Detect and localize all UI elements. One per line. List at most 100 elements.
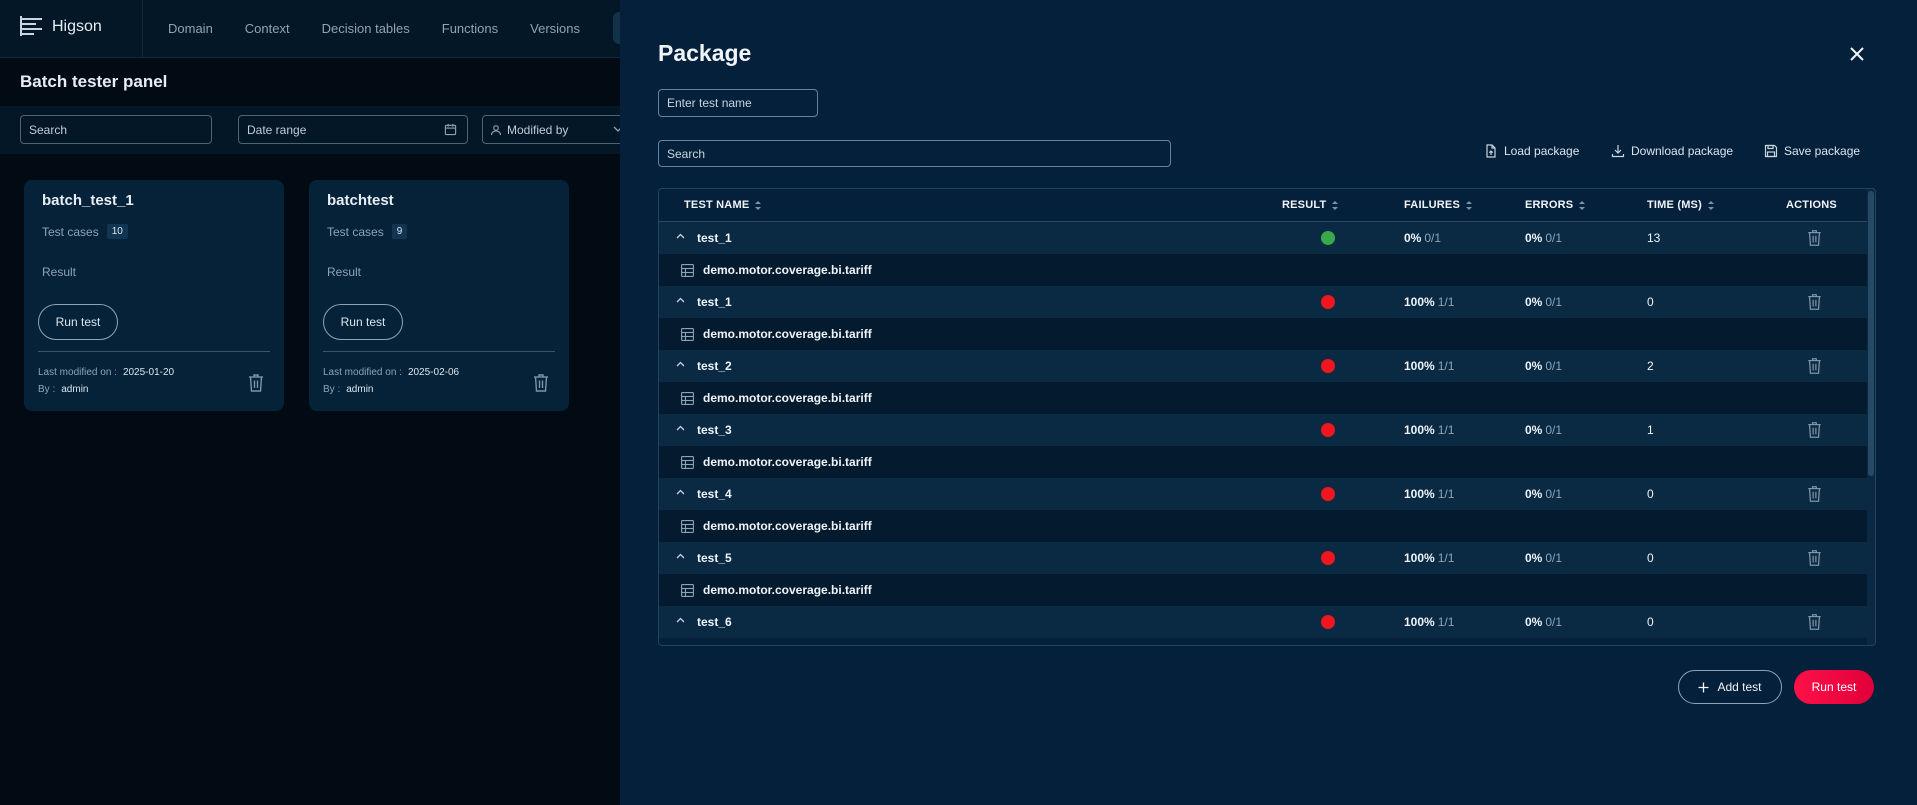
header-failures[interactable]: FAILURES <box>1404 199 1472 211</box>
batch-card[interactable]: batchtest Test cases 9 Result Run test L… <box>309 180 569 411</box>
errors-cell: 0% 0/1 <box>1525 295 1562 309</box>
time-cell: 0 <box>1647 615 1654 629</box>
test-name-input[interactable] <box>658 89 818 117</box>
add-test-button[interactable]: Add test <box>1678 670 1782 704</box>
download-package-button[interactable]: Download package <box>1611 144 1733 158</box>
card-author: By : admin <box>323 384 373 395</box>
user-icon <box>490 125 502 136</box>
app-logo[interactable]: Higson <box>20 16 102 38</box>
chevron-up-icon[interactable] <box>676 617 685 623</box>
failures-percent: 100% <box>1404 359 1435 373</box>
status-fail-indicator <box>1321 295 1335 309</box>
table-icon <box>681 264 694 277</box>
decision-table-row[interactable]: demo.motor.coverage.bi.tariff <box>659 446 1867 478</box>
trash-icon[interactable] <box>1807 485 1822 503</box>
nav-functions[interactable]: Functions <box>442 21 498 36</box>
chevron-up-icon[interactable] <box>676 233 685 239</box>
test-cases-label: Test cases <box>42 224 99 239</box>
errors-fraction: 0/1 <box>1545 487 1563 501</box>
table-row[interactable]: test_1 100% 1/1 0% 0/1 0 <box>659 286 1867 318</box>
decision-table-row[interactable]: demo.motor.coverage.bi.tariff <box>659 254 1867 286</box>
time-cell: 13 <box>1647 231 1661 245</box>
trash-icon[interactable] <box>1807 549 1822 567</box>
main-nav: Domain Context Decision tables Functions… <box>168 21 612 36</box>
table-icon <box>681 520 694 533</box>
load-package-label: Load package <box>1504 144 1580 158</box>
chevron-up-icon[interactable] <box>676 489 685 495</box>
errors-percent: 0% <box>1525 359 1543 373</box>
chevron-up-icon[interactable] <box>676 361 685 367</box>
table-row[interactable]: test_1 0% 0/1 0% 0/1 13 <box>659 222 1867 254</box>
header-actions-label: ACTIONS <box>1786 199 1837 211</box>
chevron-up-icon[interactable] <box>676 553 685 559</box>
last-modified-label: Last modified on : <box>323 367 402 378</box>
status-fail-indicator <box>1321 423 1335 437</box>
trash-icon[interactable] <box>1807 357 1822 375</box>
errors-cell: 0% 0/1 <box>1525 423 1562 437</box>
author-name: admin <box>61 384 89 395</box>
table-row[interactable]: test_2 100% 1/1 0% 0/1 2 <box>659 350 1867 382</box>
nav-decision-tables[interactable]: Decision tables <box>322 21 410 36</box>
errors-percent: 0% <box>1525 615 1543 629</box>
scrollbar-thumb[interactable] <box>1868 191 1874 476</box>
close-icon[interactable] <box>1847 44 1867 64</box>
table-row[interactable]: test_3 100% 1/1 0% 0/1 1 <box>659 414 1867 446</box>
decision-table-row[interactable]: demo.motor.coverage.bi.tariff <box>659 574 1867 606</box>
table-row[interactable]: test_5 100% 1/1 0% 0/1 0 <box>659 542 1867 574</box>
run-test-button[interactable]: Run test <box>1794 670 1874 704</box>
date-range-input[interactable]: Date range <box>238 115 468 144</box>
download-icon <box>1611 145 1625 158</box>
sort-icon <box>1579 200 1586 210</box>
nav-versions[interactable]: Versions <box>530 21 580 36</box>
author-name: admin <box>346 384 374 395</box>
save-package-button[interactable]: Save package <box>1764 144 1860 158</box>
card-title: batch_test_1 <box>42 192 134 209</box>
header-errors[interactable]: ERRORS <box>1525 199 1586 211</box>
test-search-input[interactable] <box>658 140 1171 167</box>
trash-icon[interactable] <box>1807 293 1822 311</box>
card-run-test-button[interactable]: Run test <box>38 304 118 340</box>
errors-percent: 0% <box>1525 295 1543 309</box>
decision-table-row[interactable]: demo.motor.coverage.bi.tariff <box>659 510 1867 542</box>
modified-by-select[interactable]: Modified by <box>482 115 632 144</box>
scrollbar-track[interactable] <box>1867 189 1875 645</box>
test-cases-label: Test cases <box>327 224 384 239</box>
failures-fraction: 1/1 <box>1437 615 1455 629</box>
header-test-name[interactable]: TEST NAME <box>684 199 762 211</box>
sort-icon <box>1466 200 1472 210</box>
batch-card[interactable]: batch_test_1 Test cases 10 Result Run te… <box>24 180 284 411</box>
chevron-up-icon[interactable] <box>676 297 685 303</box>
trash-icon[interactable] <box>1807 229 1822 247</box>
table-icon <box>681 584 694 597</box>
trash-icon[interactable] <box>533 373 549 393</box>
trash-icon[interactable] <box>1807 613 1822 631</box>
failures-cell: 100% 1/1 <box>1404 295 1454 309</box>
table-row[interactable]: test_4 100% 1/1 0% 0/1 0 <box>659 478 1867 510</box>
trash-icon[interactable] <box>1807 421 1822 439</box>
errors-fraction: 0/1 <box>1545 295 1563 309</box>
decision-table-row[interactable]: demo.motor.coverage.bi.tariff <box>659 318 1867 350</box>
errors-fraction: 0/1 <box>1545 551 1563 565</box>
panel-search-input[interactable]: Search <box>20 115 212 144</box>
by-label: By : <box>38 384 56 395</box>
table-icon <box>681 328 694 341</box>
failures-percent: 100% <box>1404 615 1435 629</box>
errors-fraction: 0/1 <box>1545 615 1563 629</box>
decision-table-row[interactable]: demo.motor.coverage.bi.tariff <box>659 382 1867 414</box>
trash-icon[interactable] <box>248 373 264 393</box>
table-row[interactable]: test_6 100% 1/1 0% 0/1 0 <box>659 606 1867 638</box>
header-time[interactable]: TIME (MS) <box>1647 199 1714 211</box>
time-cell: 2 <box>1647 359 1654 373</box>
card-run-test-button[interactable]: Run test <box>323 304 403 340</box>
plus-icon <box>1698 682 1709 692</box>
load-package-button[interactable]: Load package <box>1484 144 1579 158</box>
chevron-up-icon[interactable] <box>676 425 685 431</box>
time-cell: 1 <box>1647 423 1654 437</box>
nav-domain[interactable]: Domain <box>168 21 213 36</box>
nav-context[interactable]: Context <box>245 21 290 36</box>
time-cell: 0 <box>1647 487 1654 501</box>
card-test-cases: Test cases 10 <box>42 224 128 239</box>
failures-cell: 100% 1/1 <box>1404 615 1454 629</box>
errors-fraction: 0/1 <box>1545 231 1563 245</box>
header-result[interactable]: RESULT <box>1282 199 1339 211</box>
